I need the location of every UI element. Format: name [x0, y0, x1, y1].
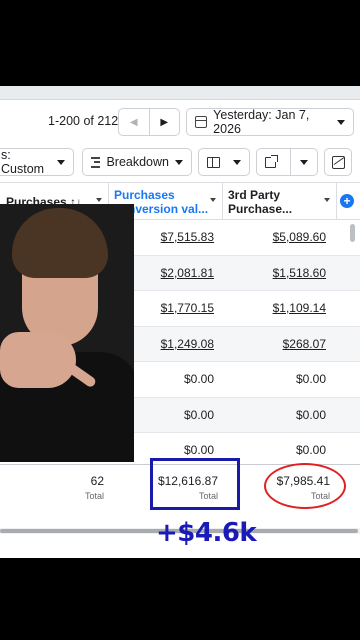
difference-caption: +$4.6k — [156, 518, 257, 548]
column-divider[interactable] — [336, 183, 337, 220]
book-icon — [207, 156, 220, 168]
total-label: Total — [84, 491, 104, 501]
export-options-button[interactable] — [289, 149, 318, 175]
chevron-down-icon — [96, 198, 102, 202]
chevron-down-icon — [233, 159, 241, 165]
charts-button[interactable] — [324, 148, 352, 176]
add-column-icon[interactable]: + — [340, 194, 354, 208]
prev-page-button[interactable]: ◀ — [119, 109, 149, 135]
cell-third-party[interactable]: $268.07 — [222, 327, 326, 362]
column-header-third-party[interactable]: 3rd Party Purchase... — [222, 183, 336, 220]
breakdown-icon — [91, 156, 101, 168]
reports-dropdown[interactable] — [198, 148, 250, 176]
next-page-button[interactable]: ▶ — [148, 109, 180, 135]
table-toolbar: s: Custom Breakdown — [0, 148, 360, 176]
export-button[interactable] — [257, 149, 284, 175]
line-chart-icon — [331, 155, 345, 169]
cell-third-party[interactable]: $5,089.60 — [222, 220, 326, 255]
chevron-down-icon — [299, 159, 308, 165]
chevron-down-icon — [337, 119, 345, 125]
external-link-icon — [264, 154, 278, 168]
columns-label: s: Custom — [1, 148, 45, 176]
total-purchases: 62 Total — [0, 473, 104, 503]
cell-third-party: $0.00 — [295, 407, 326, 422]
column-header-third-party-label: 3rd Party Purchase... — [228, 187, 293, 216]
pagination-range: 1-200 of 212 — [48, 114, 119, 128]
presenter-video-overlay — [0, 204, 134, 462]
cell-third-party[interactable]: $1,109.14 — [222, 291, 326, 326]
pagination-controls: ◀ ▶ — [118, 108, 180, 136]
top-bar — [0, 86, 360, 100]
calendar-icon — [195, 116, 208, 128]
columns-dropdown[interactable]: s: Custom — [0, 148, 74, 176]
breakdown-dropdown[interactable]: Breakdown — [82, 148, 192, 176]
red-highlight-circle — [264, 463, 346, 509]
export-button-group — [256, 148, 318, 176]
vertical-scrollbar[interactable] — [350, 224, 355, 242]
total-purchases-value: 62 — [90, 474, 104, 488]
blue-highlight-box — [150, 458, 240, 510]
video-bottom-band — [0, 558, 360, 640]
chevron-down-icon — [175, 159, 183, 165]
chevron-down-icon — [210, 198, 216, 202]
breakdown-label: Breakdown — [106, 155, 169, 169]
cell-third-party[interactable]: $1,518.60 — [222, 256, 326, 291]
chevron-down-icon — [57, 159, 65, 165]
chevron-down-icon — [324, 198, 330, 202]
date-range-picker[interactable]: Yesterday: Jan 7, 2026 — [186, 108, 354, 136]
date-range-label: Yesterday: Jan 7, 2026 — [213, 108, 310, 136]
ads-manager-screen: 1-200 of 212 ◀ ▶ Yesterday: Jan 7, 2026 … — [0, 86, 360, 558]
presenter-hair — [12, 208, 108, 278]
cell-third-party: $0.00 — [295, 372, 326, 386]
